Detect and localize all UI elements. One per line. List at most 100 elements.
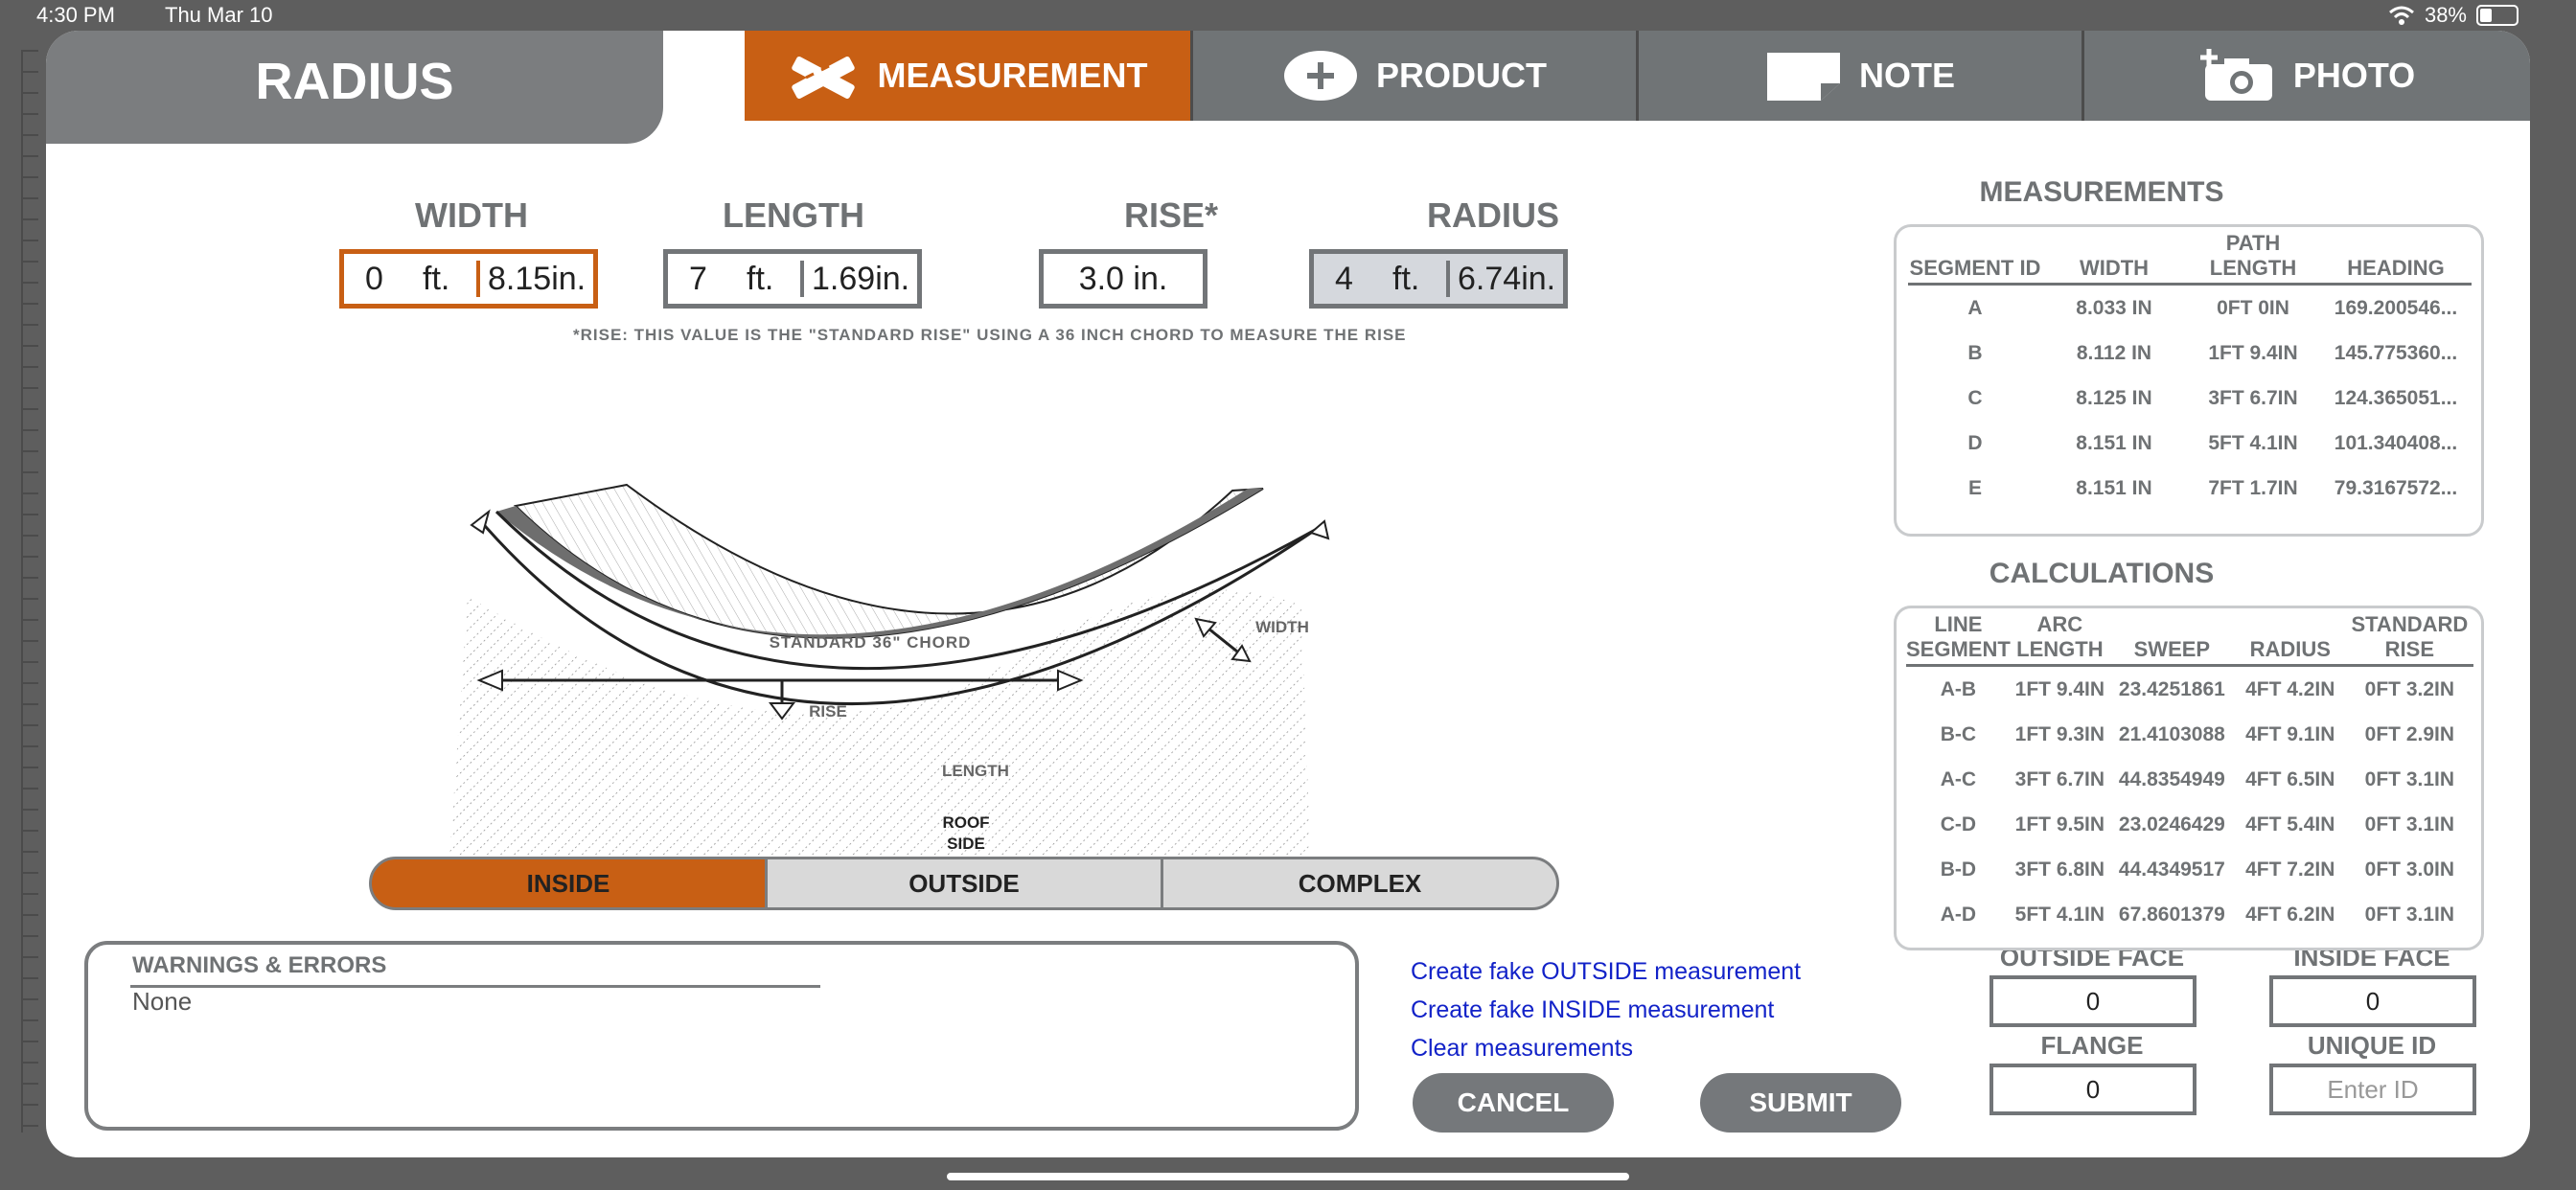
table-cell: 124.365051... [2334, 386, 2458, 409]
tab-product[interactable]: PRODUCT [1190, 31, 1636, 121]
table-header: STANDARD RISE [2345, 608, 2473, 667]
table-cell: 23.0246429 [2118, 812, 2225, 835]
table-cell: 44.4349517 [2118, 858, 2225, 881]
rise-value[interactable]: 3.0 in. [1079, 261, 1168, 298]
length-ft-value[interactable]: 7 [668, 261, 747, 298]
warnings-title: WARNINGS & ERRORS [132, 952, 387, 978]
width-field[interactable]: 0 ft. 8.15 in. [339, 249, 598, 309]
inside-face-input[interactable]: 0 [2269, 975, 2476, 1027]
table-cell: 3FT 6.7IN [2014, 767, 2105, 790]
table-cell: 4FT 7.2IN [2245, 858, 2335, 881]
mode-outside[interactable]: OUTSIDE [768, 857, 1161, 910]
table-row: C-D 1FT 9.5IN 23.0246429 4FT 5.4IN 0FT 3.1IN [1906, 802, 2473, 847]
note-icon [1766, 53, 1840, 101]
length-diagram-label: LENGTH [942, 762, 1009, 780]
measurements-title: MEASUREMENTS [1979, 176, 2224, 208]
tab-note[interactable]: NOTE [1636, 31, 2082, 121]
length-ft-unit: ft. [747, 260, 774, 297]
clear-measurements-link[interactable]: Clear measurements [1411, 1035, 1633, 1063]
table-header: HEADING [2320, 227, 2472, 286]
unique-id-input[interactable]: Enter ID [2269, 1064, 2476, 1115]
field-divider [800, 261, 804, 297]
mode-complex[interactable]: COMPLEX [1161, 857, 1559, 910]
width-in-value[interactable]: 8.15 [488, 261, 551, 298]
table-cell: 4FT 4.2IN [2245, 677, 2335, 700]
table-header: SEGMENT ID [1908, 227, 2042, 286]
flange-label: FLANGE [2040, 1031, 2144, 1060]
flange-input[interactable]: 0 [1990, 1064, 2196, 1115]
ruler-pencil-icon [792, 57, 856, 99]
table-row: A-B 1FT 9.4IN 23.4251861 4FT 4.2IN 0FT 3.2IN [1906, 666, 2473, 713]
rise-diagram-label: RISE [809, 702, 847, 721]
table-cell: 8.151 IN [2076, 431, 2152, 454]
wifi-icon [2388, 6, 2414, 25]
battery-icon [2476, 5, 2518, 26]
radius-diagram: STANDARD 36" CHORD WIDTH RISE LENGTH ROO… [448, 483, 1330, 874]
width-label: WIDTH [415, 195, 528, 235]
rise-label: RISE* [1123, 195, 1219, 235]
tab-measurement[interactable]: MEASUREMENT [745, 31, 1190, 121]
calculations-table: LINE SEGMENT ARC LENGTH SWEEP RADIUS STA… [1906, 608, 2473, 937]
table-cell: 0FT 3.1IN [2364, 812, 2455, 835]
table-row: B 8.112 IN 1FT 9.4IN 145.775360... [1908, 331, 2472, 376]
table-cell: 5FT 4.1IN [2014, 903, 2105, 926]
radius-ft-value: 4 [1335, 260, 1353, 297]
table-cell: 4FT 6.5IN [2245, 767, 2335, 790]
table-header-row: LINE SEGMENT ARC LENGTH SWEEP RADIUS STA… [1906, 608, 2473, 667]
table-row: B-C 1FT 9.3IN 21.4103088 4FT 9.1IN 0FT 2.9IN [1906, 712, 2473, 757]
table-cell: 0FT 3.2IN [2364, 677, 2455, 700]
length-label: LENGTH [723, 195, 864, 235]
calculations-title: CALCULATIONS [1989, 558, 2215, 589]
table-header: RADIUS [2234, 608, 2346, 667]
unique-id-label: UNIQUE ID [2307, 1031, 2437, 1060]
table-row: B-D 3FT 6.8IN 44.4349517 4FT 7.2IN 0FT 3.0IN [1906, 847, 2473, 892]
warnings-panel: WARNINGS & ERRORS None [84, 941, 1359, 1131]
table-cell: A-C [1940, 767, 1977, 790]
plus-circle-icon [1284, 51, 1357, 101]
measurements-panel: SEGMENT ID WIDTH PATH LENGTH HEADING A 8.… [1894, 224, 2484, 537]
width-in-unit: in. [551, 260, 586, 297]
table-row: C 8.125 IN 3FT 6.7IN 124.365051... [1908, 376, 2472, 421]
calculations-panel: LINE SEGMENT ARC LENGTH SWEEP RADIUS STA… [1894, 606, 2484, 950]
length-field[interactable]: 7 ft. 1.69 in. [663, 249, 922, 309]
table-row: A 8.033 IN 0FT 0IN 169.200546... [1908, 285, 2472, 332]
table-cell: 1FT 9.3IN [2014, 722, 2105, 745]
rise-footnote: *RISE: THIS VALUE IS THE "STANDARD RISE"… [573, 326, 1407, 344]
status-bar: 4:30 PM Thu Mar 10 38% [0, 0, 2576, 31]
table-cell: 1FT 9.4IN [2208, 341, 2298, 364]
home-indicator[interactable] [947, 1173, 1629, 1180]
rise-field[interactable]: 3.0 in. [1039, 249, 1208, 309]
chord-label: STANDARD 36" CHORD [770, 633, 972, 652]
table-header: ARC LENGTH [2010, 608, 2109, 667]
left-arrowhead [470, 509, 491, 535]
length-in-value[interactable]: 1.69 [812, 261, 875, 298]
outside-face-input[interactable]: 0 [1990, 975, 2196, 1027]
table-cell: 8.125 IN [2076, 386, 2152, 409]
table-cell: C [1967, 386, 1983, 409]
fake-outside-link[interactable]: Create fake OUTSIDE measurement [1411, 958, 1801, 986]
field-divider [1446, 261, 1450, 297]
field-divider [476, 261, 480, 297]
status-time: 4:30 PM [36, 3, 115, 27]
cancel-button[interactable]: CANCEL [1413, 1073, 1614, 1133]
table-cell: 4FT 5.4IN [2245, 812, 2335, 835]
table-cell: B [1967, 341, 1983, 364]
fake-inside-link[interactable]: Create fake INSIDE measurement [1411, 996, 1774, 1024]
width-ft-value[interactable]: 0 [344, 261, 423, 298]
table-cell: 21.4103088 [2118, 722, 2225, 745]
tab-measurement-label: MEASUREMENT [877, 56, 1148, 95]
table-cell: 0FT 2.9IN [2364, 722, 2455, 745]
table-cell: 1FT 9.4IN [2014, 677, 2105, 700]
table-cell: 0FT 3.1IN [2364, 767, 2455, 790]
right-arrowhead [1309, 519, 1330, 540]
table-cell: 5FT 4.1IN [2208, 431, 2298, 454]
warnings-divider [130, 985, 820, 988]
tab-bar: RADIUS MEASUREMENT PRODUCT NOTE PHOTO [46, 31, 2530, 144]
submit-button[interactable]: SUBMIT [1700, 1073, 1901, 1133]
table-header: SWEEP [2108, 608, 2235, 667]
tab-product-label: PRODUCT [1376, 56, 1547, 95]
mode-inside[interactable]: INSIDE [369, 857, 768, 910]
tab-photo[interactable]: PHOTO [2082, 31, 2530, 121]
table-cell: 145.775360... [2334, 341, 2458, 364]
table-cell: D [1967, 431, 1983, 454]
